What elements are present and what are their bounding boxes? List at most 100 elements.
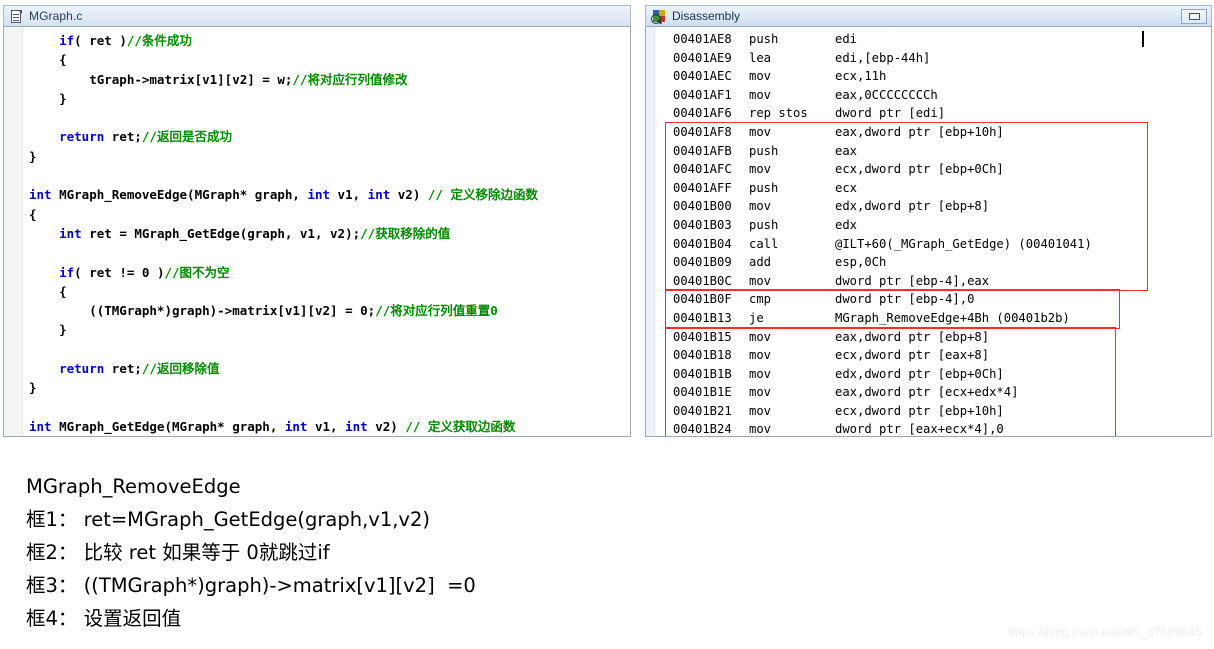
code-editor-tab-label: MGraph.c (29, 9, 83, 23)
disassembly-address: 00401B13 (673, 310, 732, 325)
disassembly-mnemonic: mov (749, 403, 772, 418)
code-token: //将对应行列值修改 (292, 71, 408, 87)
disassembly-icon (651, 9, 666, 24)
disassembly-mnemonic: mov (749, 329, 772, 344)
disassembly-operands: ecx (835, 180, 858, 195)
code-editor-gutter (4, 27, 23, 436)
disassembly-operands: edi (835, 32, 858, 46)
disassembly-text-area[interactable]: 00401AE8 push edi 00401AE9 lea edi,[ebp-44h] 0… (655, 27, 1211, 436)
disassembly-line: 00401AF8 mov eax,dword ptr [ebp+10h] (655, 123, 1211, 142)
code-token: //返回移除值 (141, 361, 220, 377)
disassembly-operands: esp,0Ch (835, 255, 887, 270)
annotation-item-2: 框2： 比较 ret 如果等于 0就跳过if (26, 541, 330, 564)
code-line: int MGraph_GetEdge(MGraph* graph, int v1… (29, 417, 630, 436)
disassembly-operands: edi,[ebp-44h] (835, 50, 931, 65)
disassembly-body[interactable]: 00401AE8 push edi 00401AE9 lea edi,[ebp-44h] 0… (645, 26, 1212, 437)
code-text-area[interactable]: if( ret )//条件成功 { tGraph->matrix[v1][v2]… (23, 27, 630, 436)
minimize-restore-button[interactable] (1181, 8, 1207, 24)
disassembly-line: 00401AF6 rep stos dword ptr [edi] (655, 104, 1211, 123)
code-token: ( ret ) (74, 33, 127, 48)
disassembly-line: 00401B09 add esp,0Ch (655, 253, 1211, 272)
disassembly-address: 00401B1B (673, 366, 732, 381)
code-token: int (307, 187, 331, 203)
code-token: int (284, 418, 308, 434)
disassembly-line: 00401AEC mov ecx,11h (655, 67, 1211, 86)
disassembly-line: 00401B21 mov ecx,dword ptr [ebp+10h] (655, 402, 1211, 421)
disassembly-mnemonic: mov (749, 124, 772, 139)
code-token: v2) (390, 187, 428, 203)
code-line: ((TMGraph*)graph)->matrix[v1][v2] = 0;//… (29, 301, 630, 320)
disassembly-address: 00401B15 (673, 329, 732, 344)
code-token: } (29, 148, 37, 164)
disassembly-address: 00401B04 (673, 236, 732, 251)
disassembly-line: 00401AE8 push edi (655, 30, 1211, 49)
code-line: return ret;//返回移除值 (29, 359, 630, 378)
document-icon (11, 9, 23, 23)
disassembly-gutter (646, 27, 655, 436)
disassembly-mnemonic: push (749, 143, 779, 158)
code-line: return ret;//返回是否成功 (29, 127, 630, 146)
disassembly-address: 00401B21 (673, 403, 732, 418)
code-token: } (29, 380, 37, 396)
disassembly-line: 00401B13 je MGraph_RemoveEdge+4Bh (00401b2… (655, 309, 1211, 328)
disassembly-operands: ecx,11h (835, 69, 887, 84)
disassembly-operands: dword ptr [ebp-4],0 (835, 292, 975, 307)
disassembly-line: 00401B1B mov edx,dword ptr [ebp+0Ch] (655, 365, 1211, 384)
code-token: // 定义获取边函数 (405, 418, 516, 434)
disassembly-mnemonic: mov (749, 199, 772, 214)
code-editor-body[interactable]: if( ret )//条件成功 { tGraph->matrix[v1][v2]… (3, 26, 631, 437)
disassembly-mnemonic: call (749, 236, 779, 251)
disassembly-address: 00401B0F (673, 292, 732, 307)
disassembly-line: 00401B04 call @ILT+60(_MGraph_GetEdge) (00… (655, 235, 1211, 254)
code-token: { (29, 206, 37, 222)
disassembly-line: 00401B15 mov eax,dword ptr [ebp+8] (655, 328, 1211, 347)
disassembly-mnemonic: push (749, 180, 779, 195)
disassembly-operands: eax,dword ptr [ebp+10h] (835, 124, 1004, 139)
disassembly-mnemonic: je (749, 310, 764, 325)
code-editor-titlebar[interactable]: MGraph.c (3, 5, 631, 26)
restore-icon (1188, 12, 1200, 20)
code-editor-window: MGraph.c if( ret )//条件成功 { tGraph->matri… (3, 5, 631, 437)
disassembly-line: 00401B18 mov ecx,dword ptr [eax+8] (655, 346, 1211, 365)
code-token: ((TMGraph*)graph)->matrix[v1][v2] = 0; (29, 303, 376, 319)
code-token: int (345, 418, 368, 434)
code-token: int (29, 187, 52, 203)
disassembly-mnemonic: mov (749, 348, 772, 363)
disassembly-address: 00401B00 (673, 199, 732, 214)
annotation-item-4: 框4： 设置返回值 (26, 607, 182, 630)
code-line: if( ret != 0 )//图不为空 (29, 263, 630, 282)
code-token: //将对应行列值重置0 (375, 303, 498, 319)
disassembly-line: 00401AFF push ecx (655, 179, 1211, 198)
disassembly-titlebar[interactable]: Disassembly (645, 5, 1212, 26)
disassembly-mnemonic: add (749, 255, 772, 270)
code-token: ret; (104, 361, 142, 377)
disassembly-mnemonic: mov (749, 273, 772, 288)
code-token: { (29, 283, 67, 299)
code-token: if (59, 264, 75, 280)
code-line: if( ret )//条件成功 (29, 31, 630, 50)
code-token: //返回是否成功 (141, 129, 232, 145)
disassembly-address: 00401B24 (673, 422, 732, 436)
disassembly-window: Disassembly 00401AE8 push edi 00401AE9 lea ed… (645, 5, 1212, 437)
code-line: } (29, 147, 630, 166)
code-token: MGraph_GetEdge(MGraph* graph, (51, 418, 285, 434)
disassembly-address: 00401B18 (673, 348, 732, 363)
disassembly-mnemonic: mov (749, 422, 772, 436)
annotation-item-3: 框3： ((TMGraph*)graph)->matrix[v1][v2] =0 (26, 574, 476, 597)
watermark-text: https://blog.csdn.net/m0_37599645 (1007, 625, 1202, 639)
disassembly-line: 00401B00 mov edx,dword ptr [ebp+8] (655, 197, 1211, 216)
disassembly-line: 00401B03 push edx (655, 216, 1211, 235)
disassembly-address: 00401AE9 (673, 50, 732, 65)
disassembly-line: 00401B1E mov eax,dword ptr [ecx+edx*4] (655, 383, 1211, 402)
code-token: if (59, 33, 75, 48)
code-token: MGraph_RemoveEdge(MGraph* graph, (51, 187, 308, 203)
code-line: } (29, 320, 630, 339)
disassembly-operands: dword ptr [edi] (835, 106, 946, 121)
